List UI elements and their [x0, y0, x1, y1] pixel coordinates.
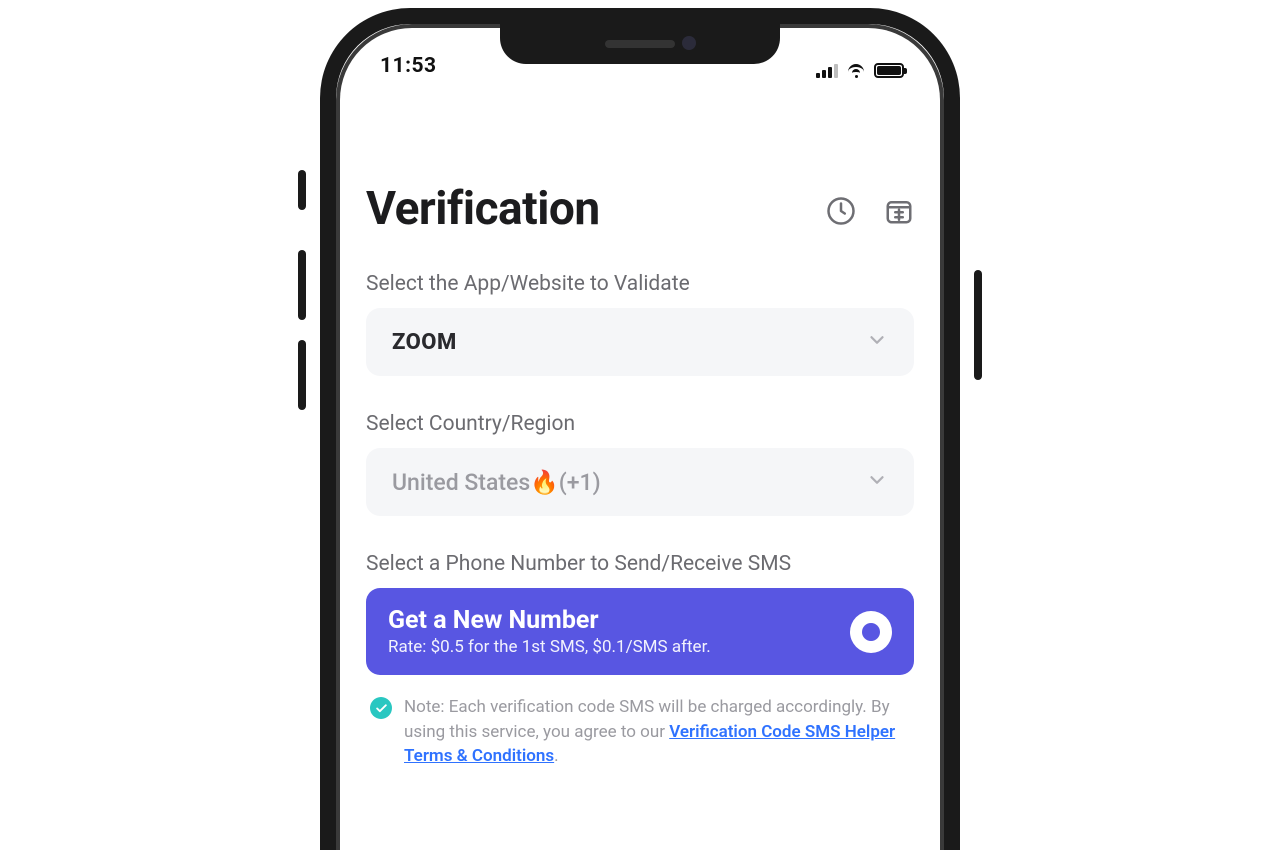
number-archive-icon[interactable]: [884, 196, 914, 230]
phone-notch: [500, 24, 780, 64]
get-new-number-button[interactable]: Get a New Number Rate: $0.5 for the 1st …: [366, 588, 914, 675]
cellular-signal-icon: [816, 64, 838, 78]
note-suffix: .: [554, 746, 558, 766]
country-select[interactable]: United States🔥(+1): [366, 448, 914, 516]
radio-selected-icon: [850, 611, 892, 653]
page-title: Verification: [366, 182, 600, 236]
check-icon: [370, 697, 392, 719]
phone-frame: 11:53 Verification: [320, 8, 960, 850]
phone-section-label: Select a Phone Number to Send/Receive SM…: [366, 552, 914, 576]
volume-up-button: [298, 250, 306, 320]
app-select[interactable]: ZOOM: [366, 308, 914, 376]
app-select-label: Select the App/Website to Validate: [366, 272, 914, 296]
app-select-value: ZOOM: [392, 330, 457, 355]
wifi-icon: [846, 64, 866, 78]
chevron-down-icon: [866, 469, 888, 495]
volume-down-button: [298, 340, 306, 410]
cta-subtitle: Rate: $0.5 for the 1st SMS, $0.1/SMS aft…: [388, 637, 711, 657]
country-select-value: United States🔥(+1): [392, 469, 601, 496]
speaker-icon: [605, 40, 675, 48]
note-row: Note: Each verification code SMS will be…: [366, 695, 914, 769]
power-button: [974, 270, 982, 380]
cta-title: Get a New Number: [388, 606, 711, 635]
front-camera-icon: [682, 36, 696, 50]
volume-mute-switch: [298, 170, 306, 210]
history-icon[interactable]: [826, 196, 856, 230]
note-text: Note: Each verification code SMS will be…: [404, 695, 910, 769]
battery-icon: [874, 63, 904, 78]
screen: Verification: [336, 84, 944, 769]
chevron-down-icon: [866, 329, 888, 355]
status-time: 11:53: [370, 54, 437, 78]
country-select-label: Select Country/Region: [366, 412, 914, 436]
